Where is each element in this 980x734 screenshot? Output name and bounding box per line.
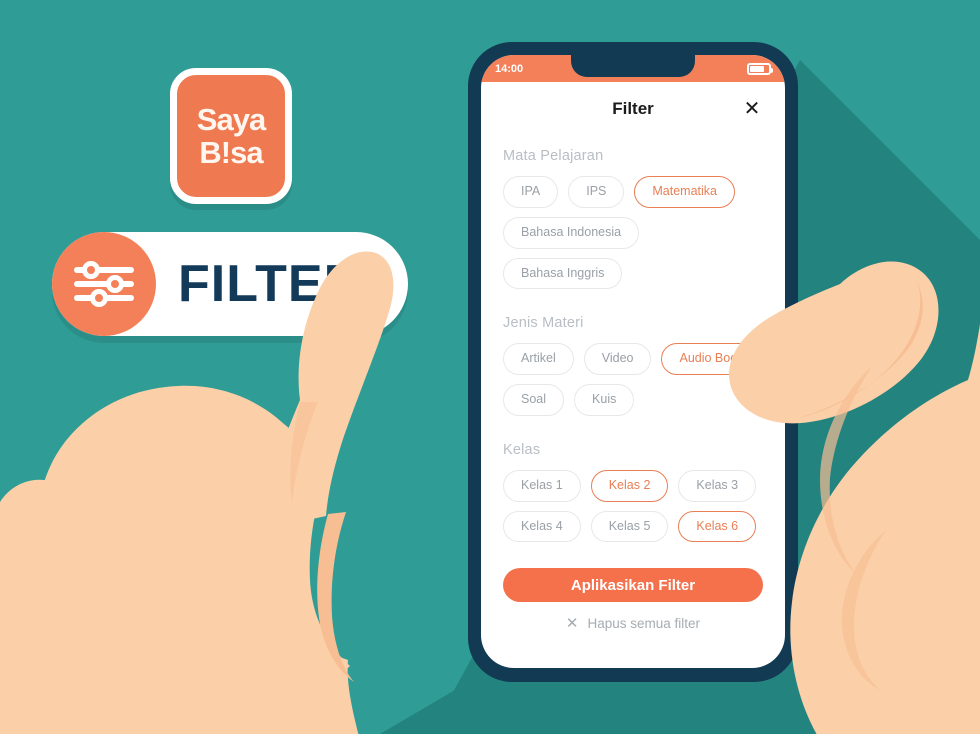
logo-b: B [199,135,221,170]
chip-video[interactable]: Video [583,343,652,375]
chip-ips[interactable]: IPS [568,176,625,208]
chip-artikel[interactable]: Artikel [503,343,574,375]
chip-matematika[interactable]: Matematika [634,176,735,208]
chip-group-kelas: Kelas 1 Kelas 2 Kelas 3 Kelas 4 Kelas 5 … [503,469,763,543]
chip-audio-book[interactable]: Audio Book [661,343,762,375]
sayabisa-logo: Saya B!sa [170,68,292,204]
phone-screen: 14:00 Filter ✕ Mata Pelajaran IPA IPS Ma… [481,55,785,668]
chip-soal[interactable]: Soal [503,384,565,416]
status-bar: 14:00 [481,55,785,82]
chip-ipa[interactable]: IPA [503,176,559,208]
logo-line-1: Saya [196,102,266,137]
phone-notch [571,55,695,77]
clear-all-filters-label: Hapus semua filter [587,616,701,632]
sliders-icon [74,261,134,307]
chip-kelas-1[interactable]: Kelas 1 [503,469,581,502]
chip-bahasa-inggris[interactable]: Bahasa Inggris [503,257,623,290]
clear-all-filters-button[interactable]: ✕ Hapus semua filter [503,616,763,631]
chip-kelas-5[interactable]: Kelas 5 [590,510,669,543]
apply-filter-button[interactable]: Aplikasikan Filter [503,568,763,603]
status-time: 14:00 [495,62,524,75]
filter-badge: FILTER [52,232,408,336]
battery-icon [747,62,773,75]
chip-kelas-2[interactable]: Kelas 2 [590,469,669,502]
close-icon[interactable]: ✕ [741,98,763,120]
chip-kelas-4[interactable]: Kelas 4 [503,510,581,543]
filter-badge-label: FILTER [178,255,363,313]
chip-group-jenis-materi: Artikel Video Audio Book Soal Kuis [503,343,763,416]
phone-device: 14:00 Filter ✕ Mata Pelajaran IPA IPS Ma… [468,42,798,682]
section-heading-mata-pelajaran: Mata Pelajaran [503,148,604,164]
section-heading-kelas: Kelas [503,441,541,458]
chip-kuis[interactable]: Kuis [574,384,635,416]
sliders-icon-circle [52,232,156,336]
filter-sheet-header: Filter ✕ [503,86,763,132]
chip-kelas-3[interactable]: Kelas 3 [678,469,757,502]
illustration-canvas: Saya B!sa FILTER 14:00 Filter ✕ Mata Pel… [0,0,980,734]
page-title: Filter [612,99,654,118]
section-heading-jenis-materi: Jenis Materi [503,315,584,332]
chip-kelas-6[interactable]: Kelas 6 [678,510,757,543]
chip-group-mata-pelajaran: IPA IPS Matematika Bahasa Indonesia Baha… [503,176,763,290]
close-icon: ✕ [565,615,579,633]
chip-bahasa-indonesia[interactable]: Bahasa Indonesia [503,216,640,249]
logo-line-2: B!sa [199,135,263,170]
filter-sheet: Filter ✕ Mata Pelajaran IPA IPS Matemati… [481,86,785,631]
logo-sa: sa [230,135,263,170]
logo-exclamation: ! [220,135,231,170]
